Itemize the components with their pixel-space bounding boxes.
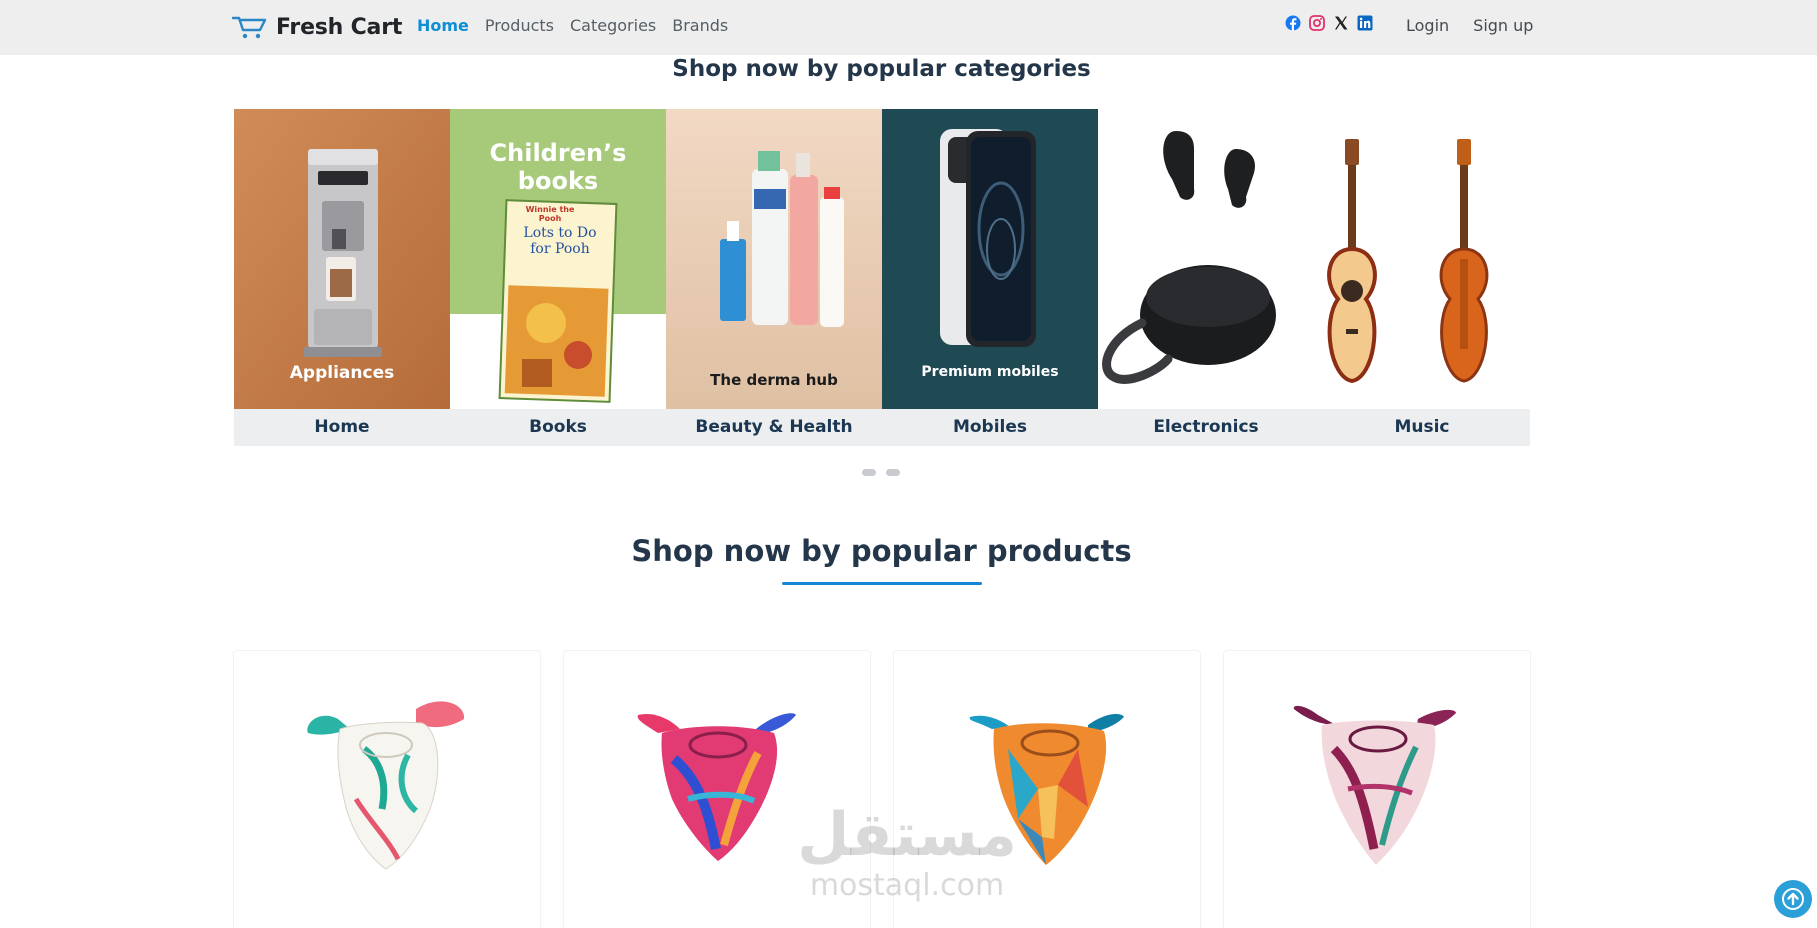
category-card-electronics[interactable]: Electronics (1098, 109, 1314, 446)
title-underline (782, 582, 982, 585)
product-card[interactable] (563, 650, 871, 928)
category-image-text: Premium mobiles (921, 364, 1059, 380)
facebook-icon[interactable] (1285, 15, 1301, 31)
cart-icon (232, 16, 267, 39)
brand-name: Fresh Cart (276, 14, 403, 40)
category-card-home[interactable]: Appliances Home (234, 109, 450, 446)
category-label-beauty-health: Beauty & Health (695, 417, 853, 437)
category-label-books: Books (529, 417, 587, 437)
category-image-guitars (1314, 109, 1530, 409)
categories-slider[interactable]: Appliances Home Children’s books Winnie … (234, 109, 1530, 446)
category-card-books[interactable]: Children’s books Winnie the Pooh Lots to… (450, 109, 666, 446)
category-label-music: Music (1394, 417, 1450, 437)
category-card-mobiles[interactable]: Premium mobiles Mobiles (882, 109, 1098, 446)
arrow-up-icon (1782, 888, 1804, 910)
carousel-dot-1[interactable] (862, 469, 876, 476)
nav-categories-link[interactable]: Categories (570, 15, 656, 37)
category-label-home: Home (314, 417, 370, 437)
category-image-appliances: Appliances (234, 109, 450, 409)
nav-brands-link[interactable]: Brands (672, 15, 728, 37)
category-card-beauty-health[interactable]: The derma hub Beauty & Health (666, 109, 882, 446)
carousel-dots (862, 469, 900, 476)
social-links (1285, 15, 1373, 31)
product-image-scarf-teal (307, 701, 465, 870)
navbar: Fresh Cart Home Products Categories Bran… (0, 0, 1817, 55)
brand-logo-link[interactable]: Fresh Cart (232, 12, 402, 42)
category-image-text: Children’s books (489, 139, 627, 195)
product-card[interactable] (1223, 650, 1531, 928)
product-image-scarf-orange (969, 714, 1124, 865)
categories-section-title: Shop now by popular categories (672, 56, 1091, 82)
category-label-mobiles: Mobiles (952, 417, 1028, 437)
book-title-text: Lots to Do for Pooh (523, 225, 597, 257)
book-brand-text: Winnie the Pooh (525, 205, 575, 223)
nav-home-link[interactable]: Home (417, 15, 469, 37)
back-to-top-button[interactable] (1774, 880, 1812, 918)
category-image-childrens-books: Children’s books Winnie the Pooh Lots to… (450, 109, 666, 409)
carousel-dot-2[interactable] (886, 469, 900, 476)
main-nav: Home Products Categories Brands (417, 15, 728, 37)
linkedin-icon[interactable] (1357, 15, 1373, 31)
auth-links: Login Sign up (1406, 15, 1533, 37)
category-image-derma-hub: The derma hub (666, 109, 882, 409)
product-image-scarf-burgundy (1293, 705, 1456, 865)
category-card-music[interactable]: Music (1314, 109, 1530, 446)
product-card[interactable] (233, 650, 541, 928)
category-image-premium-mobiles: Premium mobiles (882, 109, 1098, 409)
nav-products-link[interactable]: Products (485, 15, 554, 37)
signup-link[interactable]: Sign up (1473, 15, 1533, 37)
product-image-scarf-multicolor (637, 713, 796, 861)
category-image-earbuds (1098, 109, 1314, 409)
x-twitter-icon[interactable] (1333, 15, 1349, 31)
category-image-text: Appliances (289, 363, 395, 383)
product-card[interactable] (893, 650, 1201, 928)
category-image-text: The derma hub (710, 371, 838, 389)
category-label-electronics: Electronics (1153, 417, 1259, 437)
login-link[interactable]: Login (1406, 15, 1449, 37)
products-section-title: Shop now by popular products (631, 534, 1132, 568)
instagram-icon[interactable] (1309, 15, 1325, 31)
